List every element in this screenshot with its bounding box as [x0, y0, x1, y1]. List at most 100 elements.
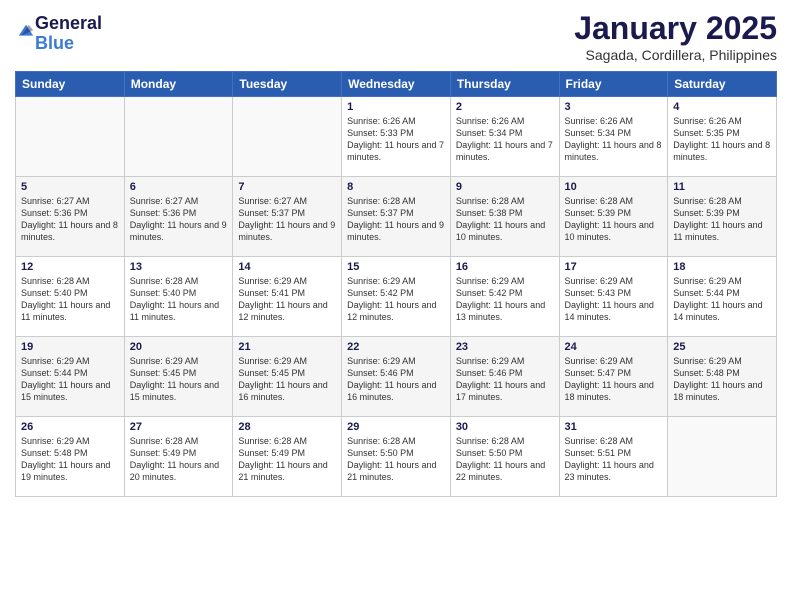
logo-text: General Blue: [35, 14, 102, 54]
day-info: Sunrise: 6:26 AM Sunset: 5:33 PM Dayligh…: [347, 115, 445, 164]
day-cell: 18Sunrise: 6:29 AM Sunset: 5:44 PM Dayli…: [668, 257, 777, 337]
day-info: Sunrise: 6:28 AM Sunset: 5:49 PM Dayligh…: [130, 435, 228, 484]
day-cell: 10 Sunrise: 6:28 AM Sunset: 5:39 PM Dayli…: [559, 177, 668, 257]
day-info: Sunrise: 6:29 AM Sunset: 5:45 PM Dayligh…: [130, 355, 228, 404]
day-number: 1: [347, 101, 445, 113]
day-number: 14: [238, 261, 336, 273]
day-number: 22: [347, 341, 445, 353]
day-number: 5: [21, 181, 119, 193]
day-number: 29: [347, 421, 445, 433]
day-info: Sunrise: 6:29 AM Sunset: 5:46 PM Dayligh…: [456, 355, 554, 404]
day-number: 15: [347, 261, 445, 273]
day-info: Sunrise: 6:28 AM Sunset: 5:39 PM Dayligh…: [565, 195, 663, 244]
day-cell: 27 Sunrise: 6:28 AM Sunset: 5:49 PM Dayli…: [124, 417, 233, 497]
day-number: 4: [673, 101, 771, 113]
day-number: 24: [565, 341, 663, 353]
logo: General Blue: [15, 14, 102, 54]
day-number: 9: [456, 181, 554, 193]
col-header-monday: Monday: [124, 72, 233, 97]
week-row-0: 1 Sunrise: 6:26 AM Sunset: 5:33 PM Daylig…: [16, 97, 777, 177]
day-cell: [668, 417, 777, 497]
day-info: Sunrise: 6:29 AM Sunset: 5:48 PM Dayligh…: [673, 355, 771, 404]
day-info: Sunrise: 6:29 AM Sunset: 5:48 PM Dayligh…: [21, 435, 119, 484]
day-info: Sunrise: 6:28 AM Sunset: 5:37 PM Dayligh…: [347, 195, 445, 244]
day-number: 2: [456, 101, 554, 113]
day-cell: 17 Sunrise: 6:29 AM Sunset: 5:43 PM Dayli…: [559, 257, 668, 337]
day-cell: 5Sunrise: 6:27 AM Sunset: 5:36 PM Daylig…: [16, 177, 125, 257]
day-number: 17: [565, 261, 663, 273]
day-number: 12: [21, 261, 119, 273]
day-cell: 6 Sunrise: 6:27 AM Sunset: 5:36 PM Daylig…: [124, 177, 233, 257]
day-cell: 19 Sunrise: 6:29 AM Sunset: 5:44 PM Dayli…: [16, 337, 125, 417]
day-cell: 26 Sunrise: 6:29 AM Sunset: 5:48 PM Dayli…: [16, 417, 125, 497]
day-number: 26: [21, 421, 119, 433]
day-number: 21: [238, 341, 336, 353]
day-cell: 24Sunrise: 6:29 AM Sunset: 5:47 PM Dayli…: [559, 337, 668, 417]
col-header-sunday: Sunday: [16, 72, 125, 97]
day-cell: 11 Sunrise: 6:28 AM Sunset: 5:39 PM Dayli…: [668, 177, 777, 257]
day-info: Sunrise: 6:28 AM Sunset: 5:50 PM Dayligh…: [456, 435, 554, 484]
day-info: Sunrise: 6:29 AM Sunset: 5:45 PM Dayligh…: [238, 355, 336, 404]
page: General Blue January 2025 Sagada, Cordil…: [0, 0, 792, 612]
day-cell: 31Sunrise: 6:28 AM Sunset: 5:51 PM Dayli…: [559, 417, 668, 497]
day-cell: 3 Sunrise: 6:26 AM Sunset: 5:34 PM Daylig…: [559, 97, 668, 177]
day-number: 20: [130, 341, 228, 353]
logo-general: General: [35, 14, 102, 34]
day-number: 25: [673, 341, 771, 353]
day-info: Sunrise: 6:29 AM Sunset: 5:44 PM Dayligh…: [21, 355, 119, 404]
day-number: 31: [565, 421, 663, 433]
calendar-body: 1 Sunrise: 6:26 AM Sunset: 5:33 PM Daylig…: [16, 97, 777, 497]
day-cell: 30Sunrise: 6:28 AM Sunset: 5:50 PM Dayli…: [450, 417, 559, 497]
day-info: Sunrise: 6:29 AM Sunset: 5:42 PM Dayligh…: [456, 275, 554, 324]
header-row: SundayMondayTuesdayWednesdayThursdayFrid…: [16, 72, 777, 97]
day-info: Sunrise: 6:26 AM Sunset: 5:34 PM Dayligh…: [565, 115, 663, 164]
day-number: 19: [21, 341, 119, 353]
col-header-saturday: Saturday: [668, 72, 777, 97]
day-cell: 12Sunrise: 6:28 AM Sunset: 5:40 PM Dayli…: [16, 257, 125, 337]
day-cell: [124, 97, 233, 177]
week-row-3: 19 Sunrise: 6:29 AM Sunset: 5:44 PM Dayli…: [16, 337, 777, 417]
day-cell: 28Sunrise: 6:28 AM Sunset: 5:49 PM Dayli…: [233, 417, 342, 497]
day-cell: 25 Sunrise: 6:29 AM Sunset: 5:48 PM Dayli…: [668, 337, 777, 417]
day-cell: 9 Sunrise: 6:28 AM Sunset: 5:38 PM Daylig…: [450, 177, 559, 257]
day-cell: 23 Sunrise: 6:29 AM Sunset: 5:46 PM Dayli…: [450, 337, 559, 417]
day-cell: 22 Sunrise: 6:29 AM Sunset: 5:46 PM Dayli…: [342, 337, 451, 417]
day-info: Sunrise: 6:29 AM Sunset: 5:41 PM Dayligh…: [238, 275, 336, 324]
day-info: Sunrise: 6:28 AM Sunset: 5:39 PM Dayligh…: [673, 195, 771, 244]
day-number: 6: [130, 181, 228, 193]
day-cell: [233, 97, 342, 177]
col-header-friday: Friday: [559, 72, 668, 97]
day-number: 11: [673, 181, 771, 193]
logo-blue: Blue: [35, 34, 102, 54]
day-info: Sunrise: 6:26 AM Sunset: 5:35 PM Dayligh…: [673, 115, 771, 164]
day-number: 27: [130, 421, 228, 433]
day-number: 28: [238, 421, 336, 433]
day-number: 23: [456, 341, 554, 353]
day-info: Sunrise: 6:28 AM Sunset: 5:38 PM Dayligh…: [456, 195, 554, 244]
day-cell: [16, 97, 125, 177]
day-cell: 2 Sunrise: 6:26 AM Sunset: 5:34 PM Daylig…: [450, 97, 559, 177]
day-info: Sunrise: 6:29 AM Sunset: 5:43 PM Dayligh…: [565, 275, 663, 324]
day-cell: 1 Sunrise: 6:26 AM Sunset: 5:33 PM Daylig…: [342, 97, 451, 177]
day-number: 8: [347, 181, 445, 193]
col-header-thursday: Thursday: [450, 72, 559, 97]
week-row-4: 26 Sunrise: 6:29 AM Sunset: 5:48 PM Dayli…: [16, 417, 777, 497]
header: General Blue January 2025 Sagada, Cordil…: [15, 10, 777, 63]
logo-icon: [17, 23, 35, 41]
col-header-tuesday: Tuesday: [233, 72, 342, 97]
day-cell: 29Sunrise: 6:28 AM Sunset: 5:50 PM Dayli…: [342, 417, 451, 497]
day-number: 7: [238, 181, 336, 193]
week-row-1: 5 Sunrise: 6:27 AM Sunset: 5:36 PM Daylig…: [16, 177, 777, 257]
day-info: Sunrise: 6:29 AM Sunset: 5:46 PM Dayligh…: [347, 355, 445, 404]
day-info: Sunrise: 6:26 AM Sunset: 5:34 PM Dayligh…: [456, 115, 554, 164]
day-cell: 21 Sunrise: 6:29 AM Sunset: 5:45 PM Dayli…: [233, 337, 342, 417]
day-cell: 20 Sunrise: 6:29 AM Sunset: 5:45 PM Dayli…: [124, 337, 233, 417]
day-number: 10: [565, 181, 663, 193]
day-cell: 15Sunrise: 6:29 AM Sunset: 5:42 PM Dayli…: [342, 257, 451, 337]
day-number: 16: [456, 261, 554, 273]
day-info: Sunrise: 6:27 AM Sunset: 5:37 PM Dayligh…: [238, 195, 336, 244]
day-number: 3: [565, 101, 663, 113]
location: Sagada, Cordillera, Philippines: [574, 47, 777, 63]
calendar-header: SundayMondayTuesdayWednesdayThursdayFrid…: [16, 72, 777, 97]
day-info: Sunrise: 6:27 AM Sunset: 5:36 PM Dayligh…: [130, 195, 228, 244]
